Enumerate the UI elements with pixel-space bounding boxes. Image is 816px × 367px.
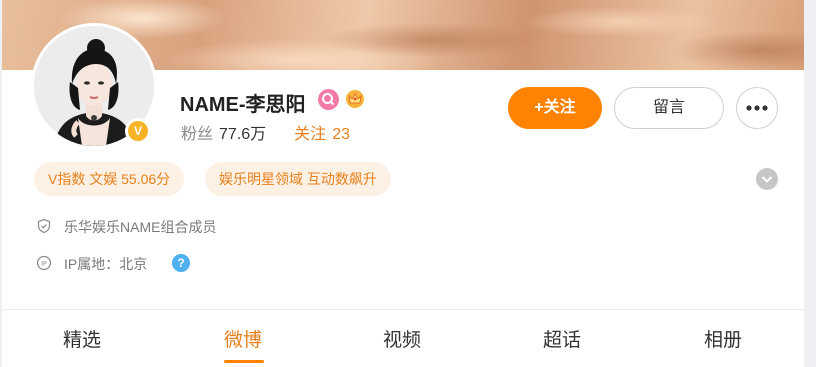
org-text: 乐华娱乐NAME组合成员 <box>64 219 217 235</box>
following-label[interactable]: 关注 <box>294 120 326 144</box>
following-count[interactable]: 23 <box>332 126 350 144</box>
help-icon[interactable]: ? <box>172 254 190 272</box>
fans-count[interactable]: 77.6万 <box>219 120 266 144</box>
fans-label[interactable]: 粉丝 <box>181 120 213 144</box>
active-tab-indicator <box>224 360 264 363</box>
verified-badge-icon: V <box>125 118 151 144</box>
v-index-tag[interactable]: V指数 文娱 55.06分 <box>34 162 185 196</box>
tab-featured[interactable]: 精选 <box>63 325 101 352</box>
profile-name: NAME-李思阳 <box>180 94 306 116</box>
ip-location-icon: IP <box>36 255 52 271</box>
shield-icon <box>37 218 51 234</box>
search-badge-icon[interactable] <box>318 89 339 110</box>
profile-tabs: 精选 微博 视频 超话 相册 <box>2 310 804 367</box>
chevron-down-icon <box>762 176 772 183</box>
message-button[interactable]: 留言 <box>614 87 724 129</box>
expand-button[interactable] <box>756 168 778 190</box>
more-button[interactable] <box>736 87 778 129</box>
tab-super-topic[interactable]: 超话 <box>543 325 581 352</box>
tab-weibo[interactable]: 微博 <box>224 325 262 352</box>
tab-album[interactable]: 相册 <box>704 325 742 352</box>
more-dots-icon <box>746 105 768 111</box>
crown-glyph-icon <box>346 90 364 108</box>
page-scrollbar[interactable] <box>808 0 816 367</box>
ip-location-text: IP属地：北京 <box>64 256 148 272</box>
tab-videos[interactable]: 视频 <box>383 325 421 352</box>
search-glyph-icon <box>322 93 335 106</box>
profile-stats: 粉丝 77.6万 关注 23 <box>181 120 350 144</box>
follow-button[interactable]: +关注 <box>508 87 602 129</box>
svg-text:IP: IP <box>41 260 47 268</box>
profile-card: V NAME-李思阳 粉丝 77.6万 关注 23 +关注 留言 V指数 文娱 55.… <box>2 0 804 367</box>
trending-tag[interactable]: 娱乐明星领域 互动数飙升 <box>205 162 391 196</box>
crown-badge-icon[interactable] <box>344 87 366 109</box>
